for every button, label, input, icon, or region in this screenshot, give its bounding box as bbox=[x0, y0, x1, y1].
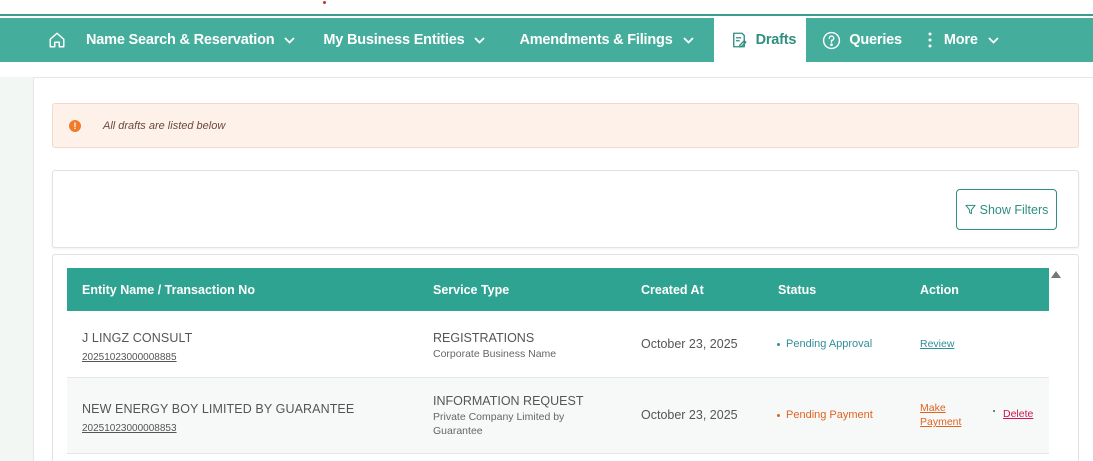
status-label: Pending Payment bbox=[786, 409, 873, 421]
home-icon bbox=[48, 31, 66, 49]
status-badge: Pending Approval bbox=[777, 338, 872, 350]
nav-my-business-entities[interactable]: My Business Entities bbox=[311, 18, 501, 62]
column-header-action[interactable]: Action bbox=[920, 283, 959, 297]
top-strip bbox=[0, 0, 1093, 16]
show-filters-button[interactable]: Show Filters bbox=[956, 189, 1057, 230]
entity-name: J LINGZ CONSULT bbox=[82, 331, 193, 345]
nav-label: Queries bbox=[849, 32, 902, 48]
left-panel bbox=[0, 77, 33, 461]
status-dot bbox=[777, 342, 780, 346]
alert-message: All drafts are listed below bbox=[103, 119, 226, 132]
funnel-icon bbox=[965, 204, 976, 215]
nav-drafts[interactable]: Drafts bbox=[713, 18, 807, 62]
service-subtype: Corporate Business Name bbox=[433, 348, 557, 360]
indicator-dot bbox=[323, 1, 326, 4]
service-subtype: Private Company Limited by Guarantee bbox=[433, 411, 565, 437]
column-header-created-at[interactable]: Created At bbox=[641, 283, 704, 297]
make-payment-link[interactable]: Make Payment bbox=[920, 401, 972, 429]
question-circle-icon bbox=[822, 31, 841, 50]
nav-amendments-filings[interactable]: Amendments & Filings bbox=[501, 18, 713, 62]
nav-label: Name Search & Reservation bbox=[86, 32, 275, 48]
entity-name: NEW ENERGY BOY LIMITED BY GUARANTEE bbox=[82, 402, 355, 416]
chevron-down-icon bbox=[988, 36, 999, 44]
service-type: INFORMATION REQUEST bbox=[433, 394, 584, 408]
column-header-status[interactable]: Status bbox=[778, 283, 816, 297]
chevron-down-icon bbox=[284, 36, 296, 44]
status-badge: Pending Payment bbox=[777, 409, 873, 421]
created-at: October 23, 2025 bbox=[641, 408, 738, 422]
drafts-icon bbox=[730, 31, 748, 49]
chevron-down-icon bbox=[682, 36, 694, 44]
nav-label: More bbox=[943, 32, 978, 48]
nav-more[interactable]: More bbox=[928, 18, 999, 62]
nav-label: My Business Entities bbox=[323, 32, 465, 48]
info-alert: ! All drafts are listed below bbox=[52, 103, 1079, 148]
info-icon: ! bbox=[69, 119, 81, 132]
vertical-dots-icon bbox=[928, 32, 932, 48]
status-label: Pending Approval bbox=[786, 338, 873, 350]
chevron-down-icon bbox=[474, 36, 486, 44]
nav-label: Amendments & Filings bbox=[519, 32, 673, 48]
transaction-number-link[interactable]: 20251023000008853 bbox=[82, 423, 354, 434]
show-filters-label: Show Filters bbox=[979, 202, 1049, 217]
created-at: October 23, 2025 bbox=[641, 337, 738, 351]
review-link[interactable]: Review bbox=[920, 338, 954, 350]
nav-queries[interactable]: Queries bbox=[806, 18, 928, 62]
table-row: NEW ENERGY BOY LIMITED BY GUARANTEE 2025… bbox=[67, 378, 1049, 454]
filter-panel bbox=[52, 170, 1079, 248]
table-header: Entity Name / Transaction No Service Typ… bbox=[67, 268, 1049, 311]
delete-link[interactable]: Delete bbox=[1003, 408, 1033, 420]
nav-name-search[interactable]: Name Search & Reservation bbox=[86, 18, 311, 62]
column-header-entity[interactable]: Entity Name / Transaction No bbox=[82, 283, 255, 297]
nav-home[interactable] bbox=[0, 18, 86, 62]
status-dot bbox=[777, 413, 780, 417]
action-separator-dot bbox=[993, 410, 995, 412]
main-navbar: Name Search & Reservation My Business En… bbox=[0, 18, 1093, 62]
transaction-number-link[interactable]: 20251023000008885 bbox=[82, 352, 192, 363]
column-header-service-type[interactable]: Service Type bbox=[433, 283, 509, 297]
service-type: REGISTRATIONS bbox=[433, 331, 535, 345]
table-row: J LINGZ CONSULT 20251023000008885 REGIST… bbox=[67, 311, 1049, 378]
nav-label: Drafts bbox=[755, 32, 797, 48]
scroll-up-arrow[interactable] bbox=[1051, 271, 1061, 278]
